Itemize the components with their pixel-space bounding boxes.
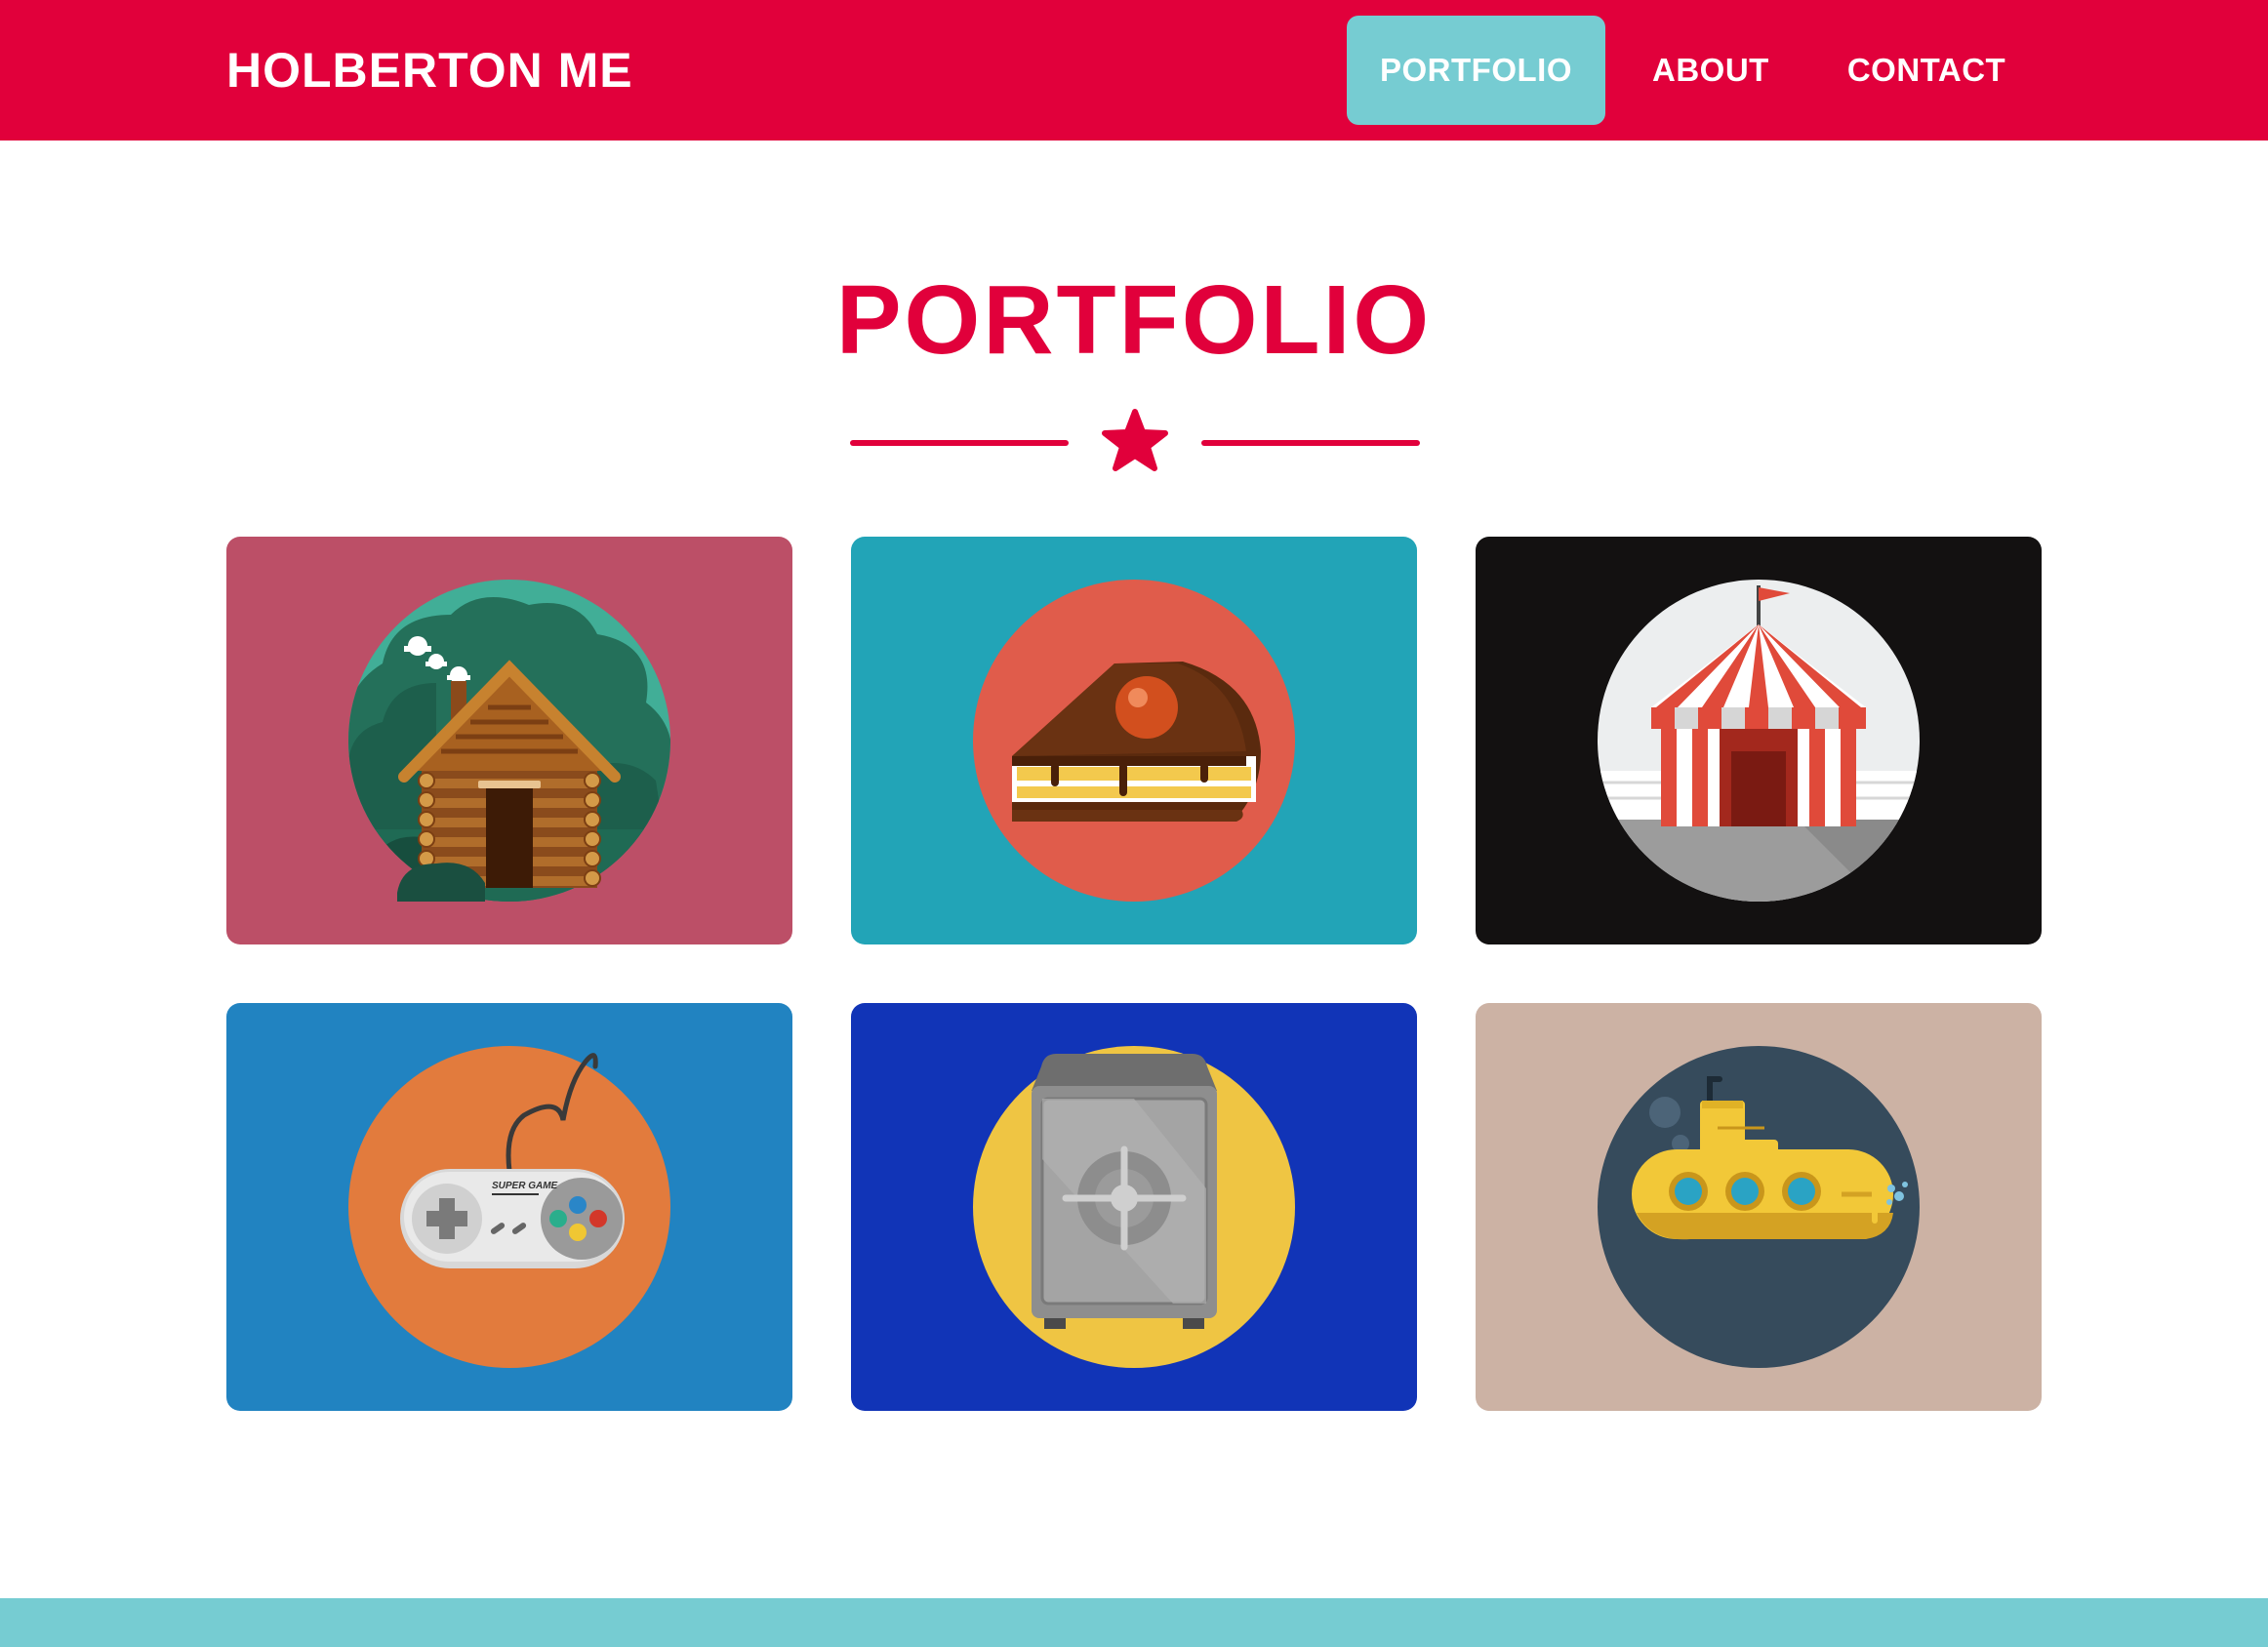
main-nav: PORTFOLIO ABOUT CONTACT (1347, 16, 2038, 125)
title-divider (850, 409, 1420, 471)
top-navbar: HOLBERTON ME PORTFOLIO ABOUT CONTACT (0, 0, 2268, 141)
star-icon (1102, 409, 1168, 471)
game-controller-icon: SUPER GAME (348, 1046, 670, 1368)
nav-portfolio[interactable]: PORTFOLIO (1347, 16, 1605, 125)
nav-about[interactable]: ABOUT (1620, 16, 1802, 125)
portfolio-card-cabin[interactable] (226, 537, 792, 944)
safe-icon (973, 1046, 1295, 1368)
portfolio-card-cake[interactable] (851, 537, 1417, 944)
nav-contact[interactable]: CONTACT (1815, 16, 2038, 125)
site-brand[interactable]: HOLBERTON ME (226, 39, 633, 101)
controller-brand-text: SUPER GAME (492, 1181, 558, 1191)
portfolio-card-safe[interactable] (851, 1003, 1417, 1411)
page-title: PORTFOLIO (835, 265, 1433, 375)
portfolio-card-controller[interactable]: SUPER GAME (226, 1003, 792, 1411)
cake-slice-icon (973, 580, 1295, 902)
submarine-icon (1598, 1046, 1920, 1368)
footer-bar (0, 1598, 2268, 1647)
portfolio-card-circus[interactable] (1476, 537, 2042, 944)
portfolio-card-submarine[interactable] (1476, 1003, 2042, 1411)
